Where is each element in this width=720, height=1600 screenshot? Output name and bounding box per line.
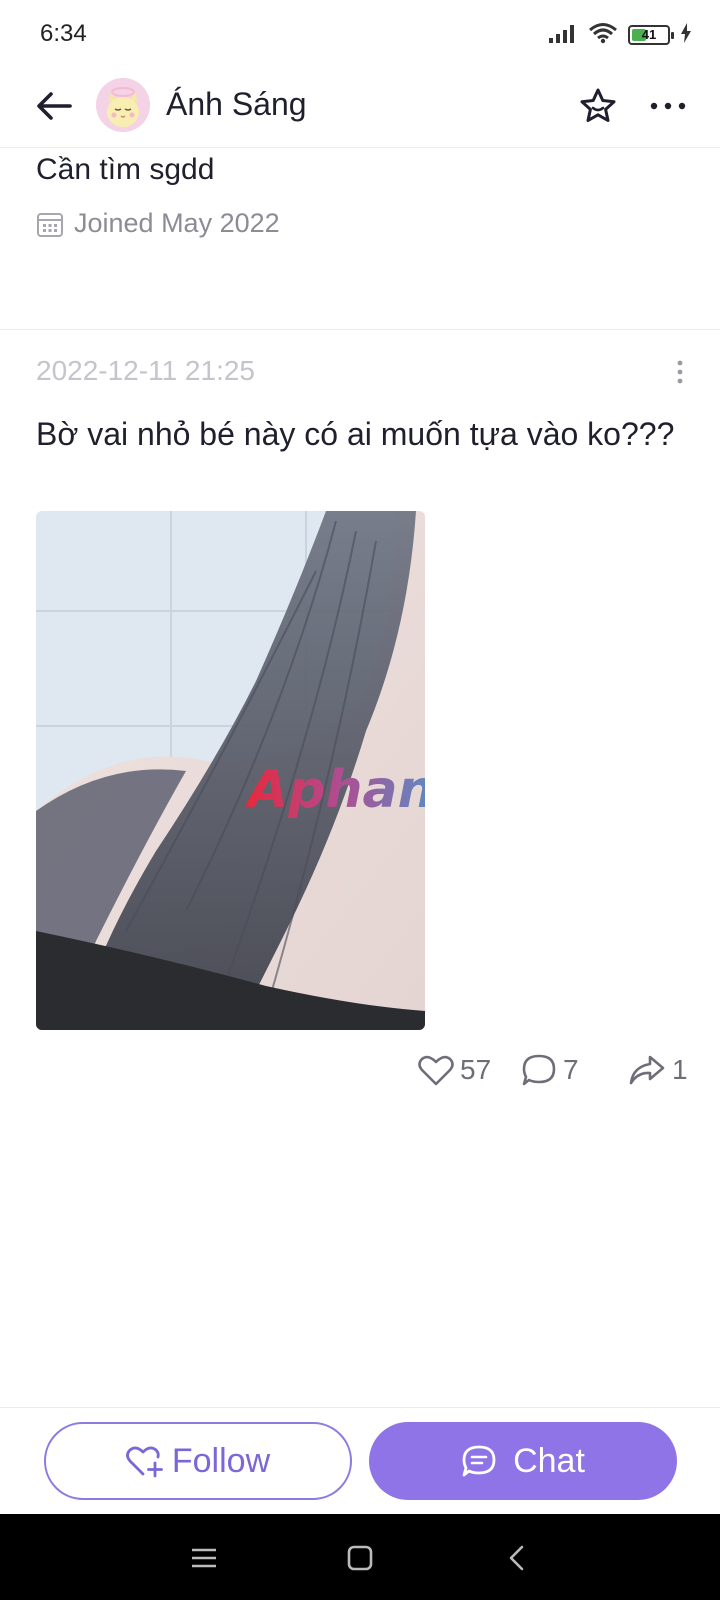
more-vertical-icon [677, 360, 683, 384]
follow-label: Follow [171, 1441, 271, 1480]
chat-icon [462, 1445, 496, 1477]
system-nav-bar [0, 1514, 720, 1600]
status-bar: 6:34 41 [0, 0, 720, 66]
post-image[interactable]: Aphang [36, 511, 425, 1030]
charging-icon [680, 22, 692, 48]
battery-level: 41 [641, 27, 657, 42]
home-button[interactable] [336, 1534, 384, 1582]
post-timestamp: 2022-12-11 21:25 [36, 355, 255, 386]
comment-button[interactable]: 7 [521, 1050, 579, 1090]
recents-button[interactable] [180, 1534, 228, 1582]
status-icons: 41 [548, 22, 692, 48]
more-horizontal-icon [650, 102, 686, 110]
menu-icon [192, 1548, 216, 1568]
home-square-icon [347, 1545, 373, 1571]
calendar-icon [37, 212, 63, 237]
joined-label: Joined May 2022 [74, 208, 280, 238]
favorite-button[interactable] [574, 82, 622, 130]
profile-name: Ánh Sáng [166, 86, 307, 122]
nav-back-button[interactable] [492, 1534, 540, 1582]
profile-header: Ánh Sáng [0, 66, 720, 148]
wifi-icon [588, 22, 618, 49]
share-icon [629, 1055, 665, 1085]
heart-plus-icon [125, 1446, 163, 1478]
share-button[interactable]: 1 [628, 1050, 688, 1090]
comment-count: 7 [563, 1054, 579, 1085]
chevron-left-icon [509, 1545, 524, 1571]
joined-date: Joined May 2022 [36, 208, 280, 239]
comment-icon [522, 1054, 556, 1086]
share-count: 1 [672, 1054, 688, 1085]
chat-label: Chat [513, 1441, 585, 1480]
more-options-button[interactable] [642, 82, 694, 130]
signal-icon [548, 22, 578, 49]
post-text: Bờ vai nhỏ bé này có ai muốn tựa vào ko?… [36, 416, 675, 452]
status-time: 6:34 [40, 20, 87, 47]
like-count: 57 [460, 1054, 492, 1085]
like-button[interactable]: 57 [418, 1050, 491, 1090]
bottom-divider [0, 1407, 720, 1408]
heart-icon [418, 1055, 454, 1086]
star-icon [580, 88, 616, 122]
arrow-left-icon [37, 92, 72, 120]
follow-button[interactable]: Follow [44, 1422, 352, 1500]
chat-button[interactable]: Chat [369, 1422, 677, 1500]
back-button[interactable] [30, 82, 78, 130]
watermark: Aphang [244, 760, 425, 820]
battery-icon: 41 [628, 25, 674, 45]
post-more-button[interactable] [662, 352, 698, 392]
avatar[interactable] [96, 78, 150, 132]
profile-bio: Cần tìm sgdd [36, 153, 215, 186]
divider [0, 329, 720, 330]
